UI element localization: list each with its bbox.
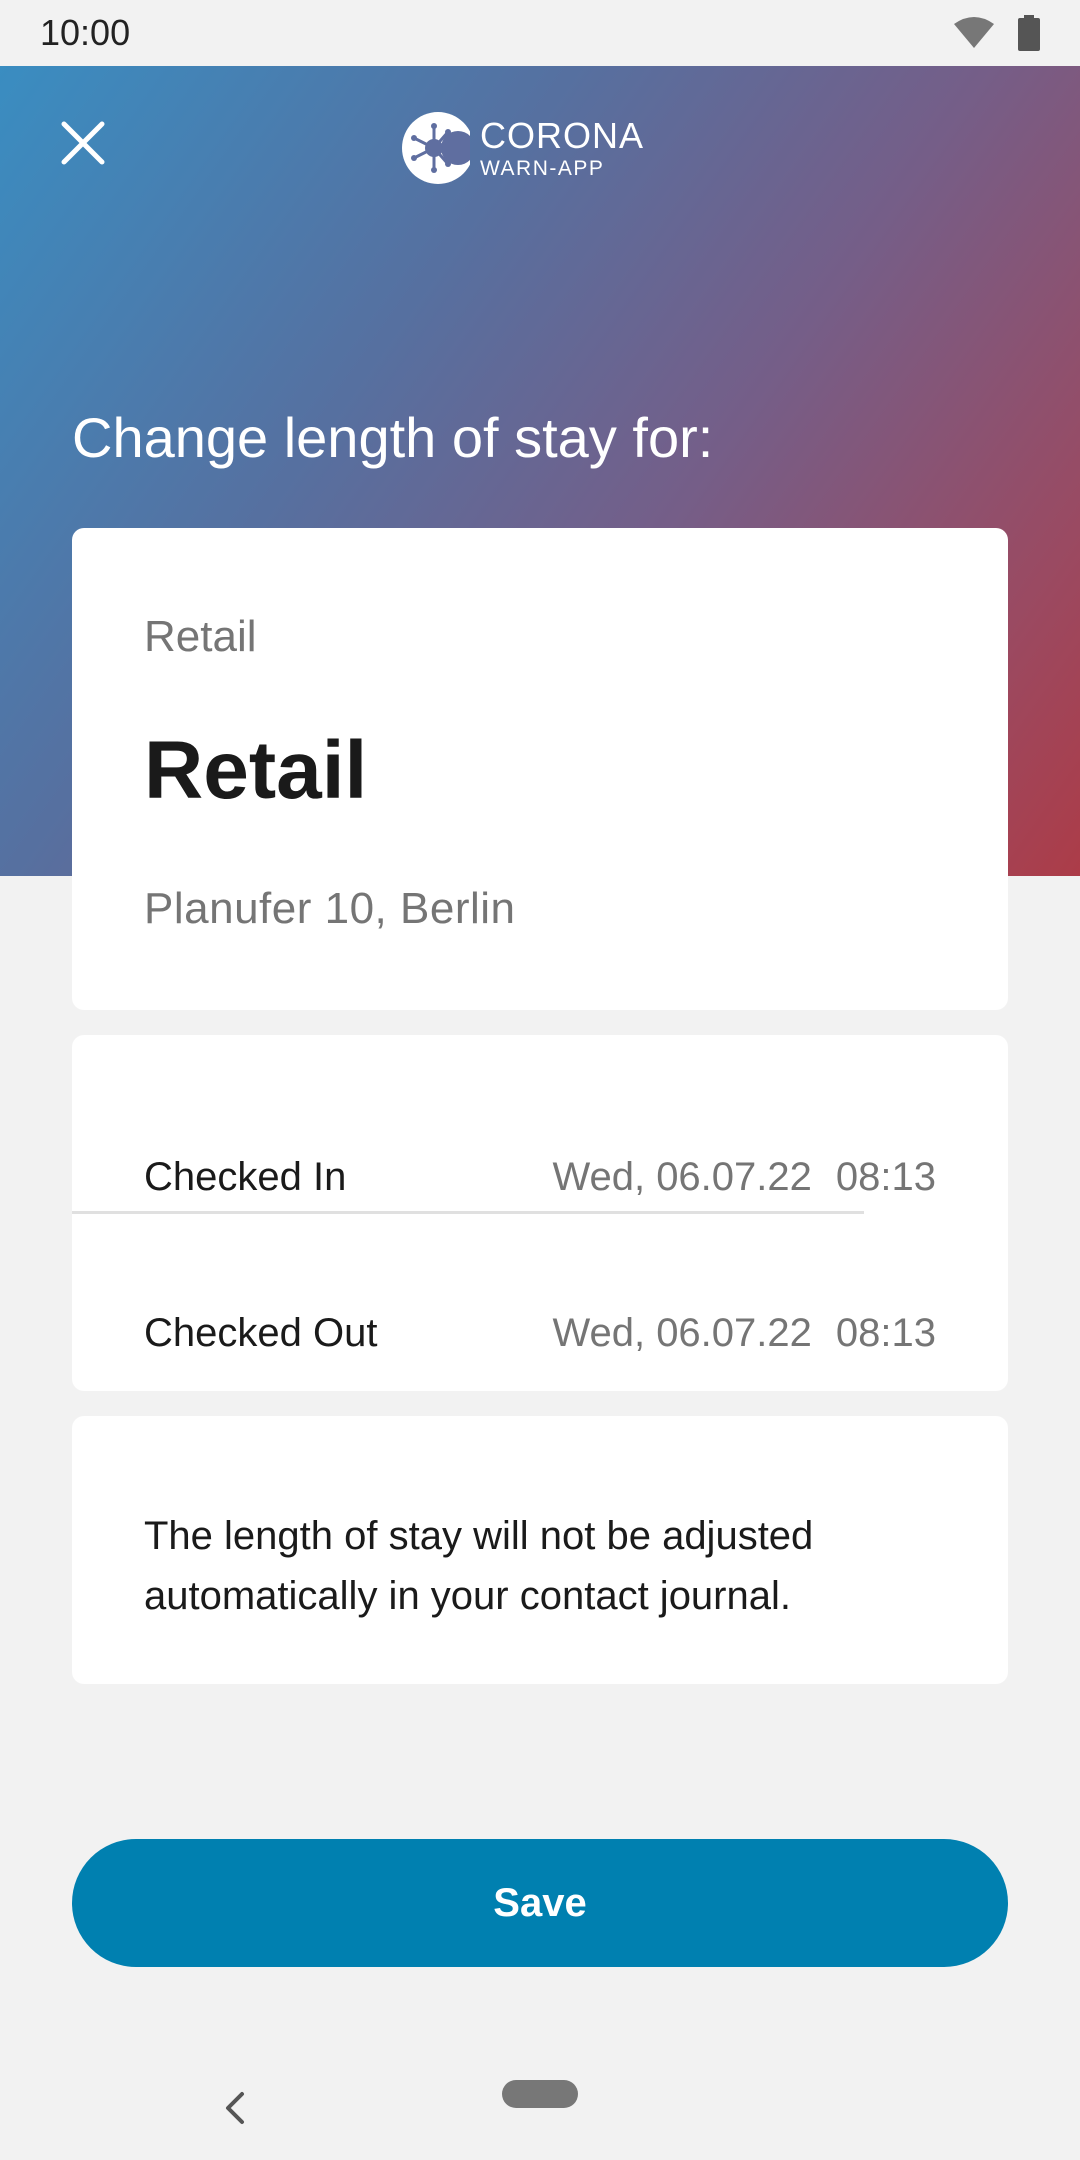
- checked-in-label: Checked In: [144, 1154, 347, 1199]
- checked-out-value: Wed, 06.07.22 08:13: [552, 1311, 936, 1356]
- logo-subtitle: WARN-APP: [480, 156, 605, 180]
- logo-text: CORONA WARN-APP: [480, 114, 645, 180]
- checked-in-date[interactable]: Wed, 06.07.22: [552, 1155, 811, 1200]
- checked-in-row[interactable]: Checked In Wed, 06.07.22 08:13: [144, 1137, 936, 1217]
- logo-title: CORONA: [480, 114, 645, 156]
- checked-out-label: Checked Out: [144, 1310, 378, 1355]
- back-icon[interactable]: [218, 2088, 252, 2128]
- checked-out-time[interactable]: 08:13: [836, 1311, 936, 1356]
- close-button[interactable]: [52, 112, 114, 174]
- venue-card: Retail Retail Planufer 10, Berlin: [72, 528, 1008, 1010]
- home-pill-icon[interactable]: [502, 2080, 578, 2108]
- venue-name: Retail: [144, 725, 368, 816]
- status-icons: [952, 15, 1040, 51]
- app-logo: CORONA WARN-APP: [400, 108, 644, 188]
- checked-in-time[interactable]: 08:13: [836, 1155, 936, 1200]
- info-card: The length of stay will not be adjusted …: [72, 1416, 1008, 1684]
- checked-out-row[interactable]: Checked Out Wed, 06.07.22 08:13: [144, 1293, 936, 1373]
- close-icon: [61, 121, 105, 165]
- status-bar: 10:00: [0, 0, 1080, 66]
- page-title: Change length of stay for:: [72, 406, 714, 469]
- battery-icon: [1018, 15, 1040, 51]
- checked-in-value: Wed, 06.07.22 08:13: [552, 1155, 936, 1200]
- venue-address: Planufer 10, Berlin: [144, 884, 516, 933]
- wifi-icon: [954, 17, 994, 48]
- status-time: 10:00: [40, 12, 131, 53]
- venue-type: Retail: [144, 612, 257, 661]
- checked-out-date[interactable]: Wed, 06.07.22: [552, 1311, 811, 1356]
- save-button[interactable]: Save: [72, 1839, 1008, 1967]
- corona-logo-icon: [402, 112, 470, 184]
- info-text: The length of stay will not be adjusted …: [144, 1514, 814, 1618]
- times-divider: [72, 1211, 864, 1214]
